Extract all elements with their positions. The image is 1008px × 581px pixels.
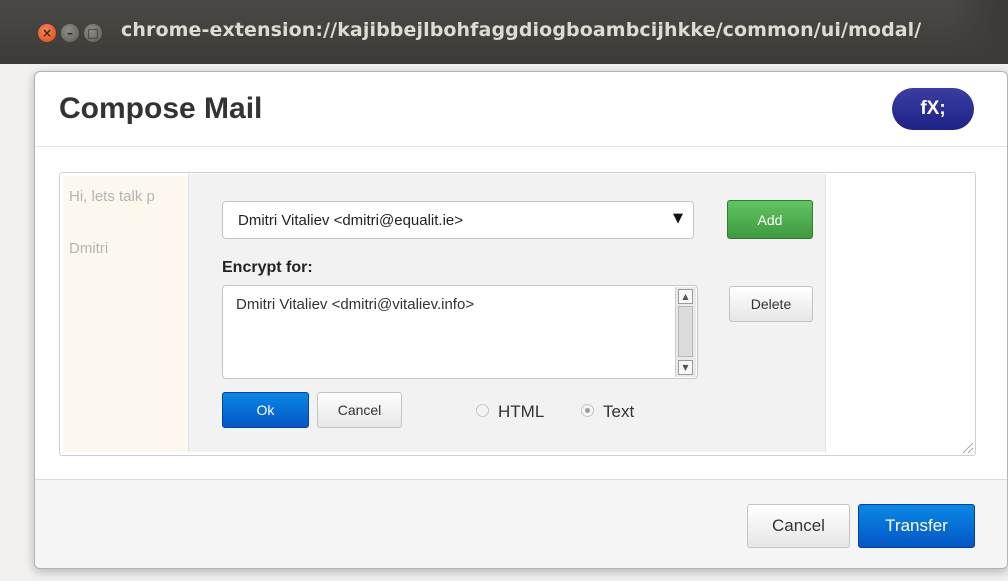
window-title: chrome-extension://kajibbejlbohfaggdiogb… bbox=[121, 19, 922, 41]
recipient-select[interactable]: Dmitri Vitaliev <dmitri@equalit.ie> ▼ bbox=[222, 201, 694, 239]
window-close-button[interactable]: × bbox=[38, 24, 56, 42]
list-item[interactable]: Dmitri Vitaliev <dmitri@vitaliev.info> bbox=[236, 296, 474, 313]
minimize-icon: – bbox=[67, 26, 73, 40]
html-radio[interactable] bbox=[476, 404, 489, 417]
recipient-select-value: Dmitri Vitaliev <dmitri@equalit.ie> bbox=[238, 212, 464, 229]
close-icon: × bbox=[41, 26, 53, 40]
maximize-icon: □ bbox=[87, 26, 99, 40]
fx-badge[interactable]: fX; bbox=[892, 88, 974, 130]
resize-handle[interactable] bbox=[963, 443, 973, 453]
window-maximize-button[interactable]: □ bbox=[84, 24, 102, 42]
window-minimize-button[interactable]: – bbox=[61, 24, 79, 42]
scroll-thumb[interactable] bbox=[678, 306, 693, 357]
cancel-button[interactable]: Cancel bbox=[747, 504, 850, 548]
header-divider bbox=[35, 146, 1007, 147]
modal-footer: Cancel Transfer bbox=[35, 479, 1007, 568]
title-fade bbox=[948, 0, 1008, 64]
dropdown-arrow-icon: ▼ bbox=[673, 211, 683, 226]
modal-title: Compose Mail bbox=[59, 92, 263, 125]
compose-mail-modal: Compose Mail fX; Hi, lets talk p Dmitri … bbox=[34, 71, 1008, 569]
window-titlebar: × – □ chrome-extension://kajibbejlbohfag… bbox=[0, 0, 1008, 64]
mail-signature: Dmitri bbox=[69, 240, 109, 257]
list-scrollbar[interactable]: ▲ ▼ bbox=[675, 287, 696, 377]
encrypt-for-label: Encrypt for: bbox=[222, 259, 313, 276]
scroll-down-icon[interactable]: ▼ bbox=[678, 360, 693, 375]
transfer-button[interactable]: Transfer bbox=[858, 504, 975, 548]
text-radio-label[interactable]: Text bbox=[603, 402, 634, 422]
scroll-up-icon[interactable]: ▲ bbox=[678, 289, 693, 304]
add-recipient-button[interactable]: Add bbox=[727, 200, 813, 239]
html-radio-label[interactable]: HTML bbox=[498, 402, 544, 422]
mail-body-line: Hi, lets talk p bbox=[69, 188, 155, 205]
text-radio[interactable] bbox=[581, 404, 594, 417]
delete-recipient-button[interactable]: Delete bbox=[729, 286, 813, 322]
encrypt-for-list[interactable]: Dmitri Vitaliev <dmitri@vitaliev.info> ▲… bbox=[222, 285, 698, 379]
ok-button[interactable]: Ok bbox=[222, 392, 309, 428]
panel-cancel-button[interactable]: Cancel bbox=[317, 392, 402, 428]
encrypt-recipients-panel: Dmitri Vitaliev <dmitri@equalit.ie> ▼ Ad… bbox=[188, 174, 826, 452]
